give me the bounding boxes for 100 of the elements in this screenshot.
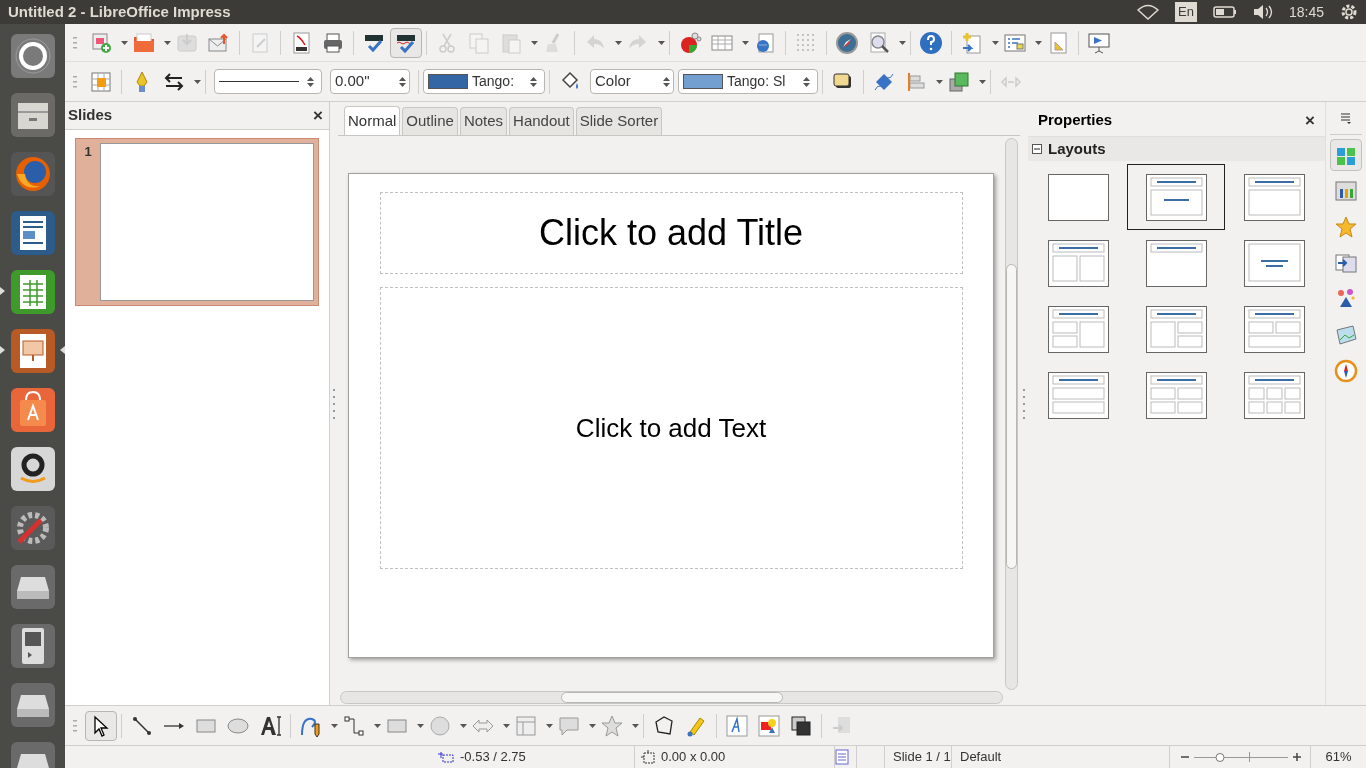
caret-icon[interactable]	[331, 723, 338, 728]
smile-tile-icon[interactable]	[8, 444, 57, 493]
layout-thumbnail-icon[interactable]	[1145, 371, 1207, 419]
compass-icon[interactable]	[1334, 359, 1358, 383]
caret-icon[interactable]	[374, 723, 381, 728]
wifi-icon[interactable]	[1137, 4, 1160, 20]
view-tab[interactable]: Normal	[344, 106, 401, 135]
presentation-screen-icon[interactable]	[1087, 30, 1111, 55]
folder-icon[interactable]	[132, 30, 156, 55]
line-color-dropdown[interactable]: Tango:	[423, 69, 545, 94]
toolbar-grip-icon[interactable]	[73, 36, 77, 49]
caret-icon[interactable]	[546, 723, 553, 728]
spin-up-icon[interactable]	[662, 76, 670, 81]
close-button[interactable]: ×	[310, 107, 326, 124]
toolbar-grip-icon[interactable]	[73, 719, 77, 732]
compass-icon[interactable]	[835, 30, 859, 55]
drive-icon[interactable]	[8, 562, 57, 611]
caret-icon[interactable]	[658, 40, 665, 45]
arrange-icon[interactable]	[947, 69, 971, 94]
globe-icon[interactable]	[8, 149, 57, 198]
slide-bars-icon[interactable]	[1334, 179, 1358, 203]
document-icon[interactable]	[8, 208, 57, 257]
caret-icon[interactable]	[936, 79, 943, 84]
zoom-icon[interactable]	[867, 30, 891, 55]
layout-thumbnail-icon[interactable]	[1047, 371, 1109, 419]
vertical-scrollbar[interactable]	[1005, 138, 1018, 690]
line-width-field[interactable]: 0.00"	[330, 69, 410, 94]
slide-thumbnail-item[interactable]: 1	[75, 138, 319, 306]
collapse-icon[interactable]	[1032, 144, 1042, 154]
layout-thumbnail-icon[interactable]	[1243, 239, 1305, 287]
fill-color-dropdown[interactable]: Tango: Sl	[678, 69, 818, 94]
caret-icon[interactable]	[121, 40, 128, 45]
caret-icon[interactable]	[589, 723, 596, 728]
layout-thumbnail-icon[interactable]	[1243, 173, 1305, 221]
shopping-bag-icon[interactable]	[8, 385, 57, 434]
printer-icon[interactable]	[321, 30, 345, 55]
close-button[interactable]: ×	[1305, 112, 1315, 129]
spin-down-icon[interactable]	[662, 82, 670, 87]
spin-down-icon[interactable]	[802, 82, 810, 87]
caret-icon[interactable]	[742, 40, 749, 45]
connector-icon[interactable]	[342, 713, 366, 738]
section-title[interactable]: Layouts	[1048, 137, 1106, 161]
star-icon[interactable]	[1334, 215, 1358, 239]
pie-chart-icon[interactable]	[678, 30, 702, 55]
clock[interactable]: 18:45	[1288, 1, 1324, 23]
new-slide-icon[interactable]	[960, 30, 984, 55]
fontwork-icon[interactable]	[725, 713, 749, 738]
horizontal-scrollbar[interactable]	[340, 691, 1003, 704]
zoom-percentage[interactable]: 61%	[1325, 747, 1352, 767]
caret-icon[interactable]	[194, 79, 201, 84]
caret-icon[interactable]	[503, 723, 510, 728]
wrench-gear-icon[interactable]	[8, 503, 57, 552]
caret-icon[interactable]	[164, 40, 171, 45]
slide-thumbnail[interactable]	[100, 143, 314, 301]
text-placeholder[interactable]: Click to add Text	[379, 287, 963, 569]
caret-icon[interactable]	[460, 723, 467, 728]
presentation-icon[interactable]	[8, 326, 57, 375]
layout-thumbnail-icon[interactable]	[1145, 173, 1207, 221]
spin-up-icon[interactable]	[306, 76, 314, 81]
caret-icon[interactable]	[632, 723, 639, 728]
caret-icon[interactable]	[1035, 40, 1042, 45]
layout-thumbnail-icon[interactable]	[1145, 305, 1207, 353]
spin-up-icon[interactable]	[398, 76, 406, 81]
scrollbar-thumb[interactable]	[561, 692, 783, 703]
layout-thumbnail-icon[interactable]	[1047, 173, 1109, 221]
spin-up-icon[interactable]	[802, 76, 810, 81]
view-tab[interactable]: Notes	[459, 107, 508, 135]
spin-down-icon[interactable]	[398, 82, 406, 87]
slide-canvas[interactable]: Click to add Title Click to add Text	[348, 173, 994, 658]
help-icon[interactable]	[919, 30, 943, 55]
title-placeholder[interactable]: Click to add Title	[379, 192, 963, 274]
layout-option[interactable]	[1127, 164, 1225, 230]
zoom-in-icon[interactable]	[1292, 752, 1302, 762]
extrusion-icon[interactable]	[789, 713, 813, 738]
spin-down-icon[interactable]	[306, 82, 314, 87]
slide-transition-icon[interactable]	[1334, 251, 1358, 275]
volume-icon[interactable]	[1252, 4, 1273, 20]
scrollbar-thumb[interactable]	[1006, 264, 1017, 569]
keyboard-indicator[interactable]: En	[1175, 2, 1197, 22]
zoom-slider-thumb[interactable]	[1215, 752, 1225, 762]
layout-thumbnail-icon[interactable]	[1145, 239, 1207, 287]
caret-icon[interactable]	[417, 723, 424, 728]
caret-icon[interactable]	[615, 40, 622, 45]
image-icon[interactable]	[757, 713, 781, 738]
caret-icon[interactable]	[992, 40, 999, 45]
circle-logo-icon[interactable]	[8, 31, 57, 80]
caret-icon[interactable]	[979, 79, 986, 84]
area-style-dropdown[interactable]: Color	[590, 69, 674, 94]
view-tab[interactable]: Slide Sorter	[575, 107, 663, 135]
battery-icon[interactable]	[1212, 5, 1237, 19]
layout-thumbnail-icon[interactable]	[1243, 305, 1305, 353]
picture-card-icon[interactable]	[1334, 323, 1358, 347]
file-drawer-icon[interactable]	[8, 90, 57, 139]
caret-icon[interactable]	[531, 40, 538, 45]
media-player-icon[interactable]	[8, 621, 57, 670]
drive-icon[interactable]	[8, 680, 57, 729]
zoom-slider[interactable]	[1194, 752, 1288, 762]
spin-up-icon[interactable]	[529, 76, 537, 81]
power-gear-icon[interactable]	[1340, 3, 1358, 21]
sidebar-menu-icon[interactable]	[1340, 112, 1352, 124]
